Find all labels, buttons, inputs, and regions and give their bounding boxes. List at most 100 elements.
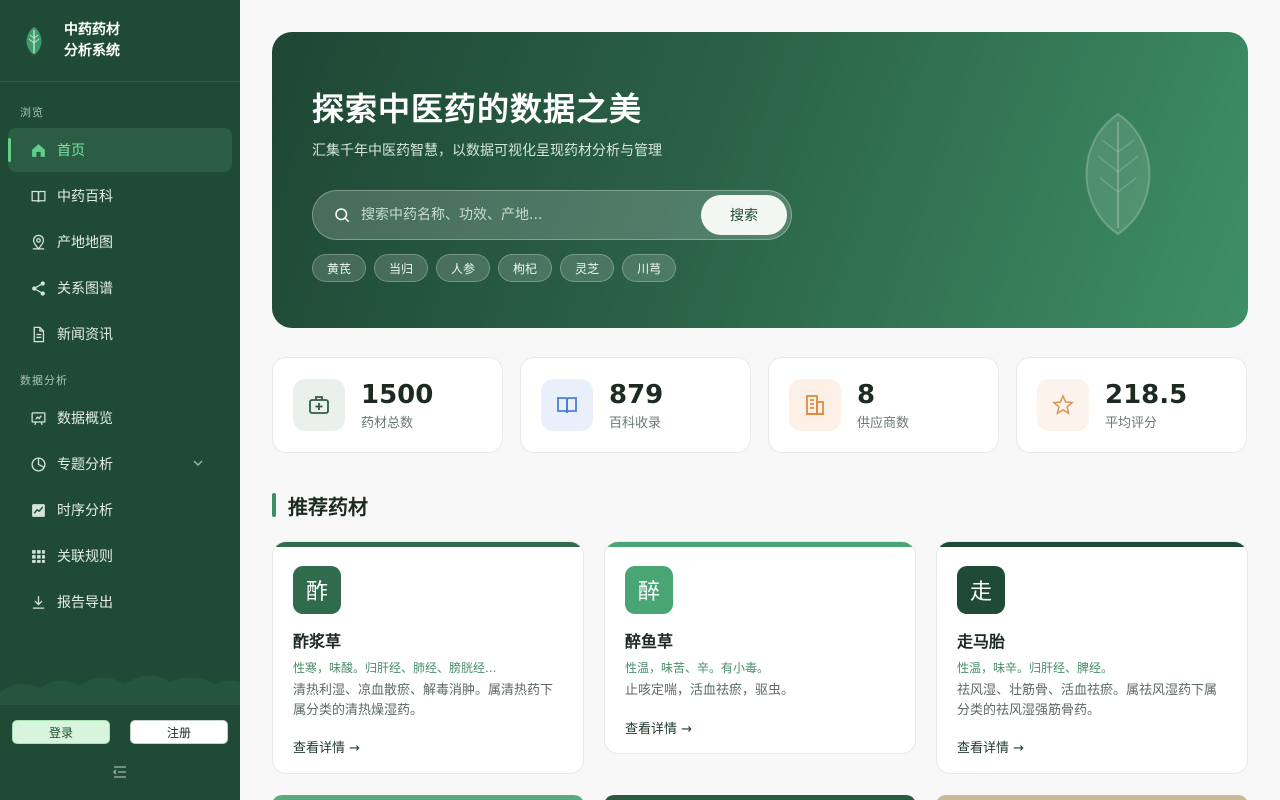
- search-icon: [335, 208, 350, 223]
- tag-chip[interactable]: 枸杞: [498, 254, 553, 282]
- sidebar-footer: 登录 注册: [0, 704, 240, 800]
- view-details-link[interactable]: 查看详情 →: [293, 737, 360, 756]
- brand[interactable]: 中药药材 分析系统: [0, 0, 240, 82]
- nav-item-label: 数据概览: [57, 411, 113, 427]
- nav-item-overview[interactable]: 数据概览: [8, 396, 232, 440]
- nav-item-label: 产地地图: [57, 235, 113, 251]
- nav-section-analysis: 数据分析: [20, 374, 68, 387]
- nav-item-time-series[interactable]: 时序分析: [8, 488, 232, 532]
- nav-item-label: 时序分析: [57, 503, 113, 519]
- chevron-down-icon[interactable]: [192, 457, 204, 469]
- section-title-text: 推荐药材: [288, 494, 368, 519]
- tag-chip[interactable]: 当归: [374, 254, 429, 282]
- herb-initial: 走: [957, 566, 1005, 614]
- search-button[interactable]: 搜索: [701, 195, 787, 235]
- herb-initial: 醉: [625, 566, 673, 614]
- main-content: 探索中医药的数据之美 汇集千年中医药智慧，以数据可视化呈现药材分析与管理 搜索 …: [240, 0, 1280, 800]
- herb-description: 祛风湿、壮筋骨、活血祛瘀。属祛风湿药下属分类的祛风湿强筋骨药。: [957, 683, 1218, 718]
- tag-chip[interactable]: 灵芝: [560, 254, 615, 282]
- stat-label: 平均评分: [1105, 415, 1158, 431]
- app-title-line2: 分析系统: [64, 42, 120, 59]
- card-accent: [605, 542, 915, 547]
- home-icon: [32, 143, 45, 157]
- login-button[interactable]: 登录: [12, 720, 110, 744]
- herb-card[interactable]: 酢 酢浆草 性寒，味酸。归肝经、肺经、膀胱经... 清热利湿、凉血散瘀、解毒消肿…: [272, 541, 584, 774]
- nav-item-label: 中药百科: [57, 189, 113, 205]
- nav-item-encyclopedia[interactable]: 中药百科: [8, 174, 232, 218]
- nav-item-association-rules[interactable]: 关联规则: [8, 534, 232, 578]
- next-card-peek: [272, 795, 584, 800]
- nav-item-label: 首页: [57, 143, 85, 159]
- hot-tags: 黄芪 当归 人参 枸杞 灵芝 川芎: [312, 254, 677, 282]
- leaf-logo-icon: [26, 26, 42, 55]
- nav-item-label: 关系图谱: [57, 281, 113, 297]
- herb-card[interactable]: 走 走马胎 性温，味辛。归肝经、脾经。 祛风湿、壮筋骨、活血祛瘀。属祛风湿药下属…: [936, 541, 1248, 774]
- herb-property: 性温，味辛。归肝经、脾经。: [957, 661, 1114, 675]
- nav-item-home[interactable]: 首页: [8, 128, 232, 172]
- stat-icon-wrap: [789, 379, 841, 431]
- nav-item-relation-graph[interactable]: 关系图谱: [8, 266, 232, 310]
- herb-name: 醉鱼草: [625, 632, 674, 651]
- herb-property: 性寒，味酸。归肝经、肺经、膀胱经...: [293, 661, 497, 675]
- book-icon: [557, 397, 577, 414]
- search-input[interactable]: [361, 207, 701, 223]
- hero-title: 探索中医药的数据之美: [312, 90, 643, 128]
- medkit-icon: [309, 396, 329, 414]
- section-title: 推荐药材: [272, 492, 368, 519]
- nav-item-news[interactable]: 新闻资讯: [8, 312, 232, 356]
- stat-value: 1500: [361, 379, 434, 410]
- nav-item-report-export[interactable]: 报告导出: [8, 580, 232, 624]
- collapse-menu-icon[interactable]: [112, 764, 128, 780]
- stat-icon-wrap: [293, 379, 345, 431]
- stat-card-rating[interactable]: 218.5 平均评分: [1016, 357, 1247, 453]
- star-icon: [1052, 393, 1074, 415]
- herb-description: 止咳定喘，活血祛瘀，驱虫。: [625, 683, 795, 698]
- stat-label: 药材总数: [361, 415, 414, 431]
- share-icon: [32, 280, 45, 296]
- stat-label: 百科收录: [609, 415, 662, 431]
- download-icon: [32, 595, 45, 609]
- stat-value: 8: [857, 379, 876, 410]
- nav-item-label: 专题分析: [57, 457, 113, 473]
- stat-label: 供应商数: [857, 415, 910, 431]
- stat-card-encyclopedia[interactable]: 879 百科收录: [520, 357, 751, 453]
- tag-chip[interactable]: 川芎: [622, 254, 677, 282]
- tag-chip[interactable]: 人参: [436, 254, 491, 282]
- building-icon: [806, 395, 824, 415]
- card-accent: [937, 542, 1247, 547]
- nav-item-label: 关联规则: [57, 549, 113, 565]
- leaf-decoration-icon: [1085, 112, 1151, 236]
- stat-card-herbs[interactable]: 1500 药材总数: [272, 357, 503, 453]
- app-title-line1: 中药药材: [64, 21, 120, 38]
- section-bar: [272, 493, 276, 517]
- app-title: 中药药材 分析系统: [64, 20, 120, 62]
- view-details-link[interactable]: 查看详情 →: [957, 737, 1024, 756]
- view-details-link[interactable]: 查看详情 →: [625, 718, 692, 737]
- map-pin-icon: [32, 234, 45, 250]
- nav-section-browse: 浏览: [20, 106, 44, 119]
- herb-description: 清热利湿、凉血散瘀、解毒消肿。属清热药下属分类的清热燥湿药。: [293, 683, 554, 718]
- herb-card[interactable]: 醉 醉鱼草 性温，味苦、辛。有小毒。 止咳定喘，活血祛瘀，驱虫。 查看详情 →: [604, 541, 916, 754]
- document-icon: [33, 326, 45, 342]
- stat-value: 218.5: [1105, 379, 1188, 410]
- line-chart-icon: [32, 503, 45, 517]
- next-card-peek: [936, 795, 1248, 800]
- next-card-peek: [604, 795, 916, 800]
- grid-icon: [32, 549, 45, 563]
- hero-subtitle: 汇集千年中医药智慧，以数据可视化呈现药材分析与管理: [312, 143, 662, 159]
- stat-card-suppliers[interactable]: 8 供应商数: [768, 357, 999, 453]
- search-bar: 搜索: [312, 190, 792, 240]
- nav-item-label: 报告导出: [57, 595, 113, 611]
- pie-chart-icon: [31, 456, 46, 472]
- herb-name: 走马胎: [957, 632, 1006, 651]
- tag-chip[interactable]: 黄芪: [312, 254, 367, 282]
- sidebar: 中药药材 分析系统 浏览 首页 中药百科 产地地图 关系图谱 新闻资讯 数据分析…: [0, 0, 240, 800]
- herb-initial: 酢: [293, 566, 341, 614]
- book-icon: [31, 190, 46, 202]
- dashboard-icon: [31, 411, 46, 425]
- nav-item-label: 新闻资讯: [57, 327, 113, 343]
- nav-item-origin-map[interactable]: 产地地图: [8, 220, 232, 264]
- nav-item-topic-analysis[interactable]: 专题分析: [8, 442, 232, 486]
- mountain-decoration-icon: [0, 675, 240, 704]
- register-button[interactable]: 注册: [130, 720, 228, 744]
